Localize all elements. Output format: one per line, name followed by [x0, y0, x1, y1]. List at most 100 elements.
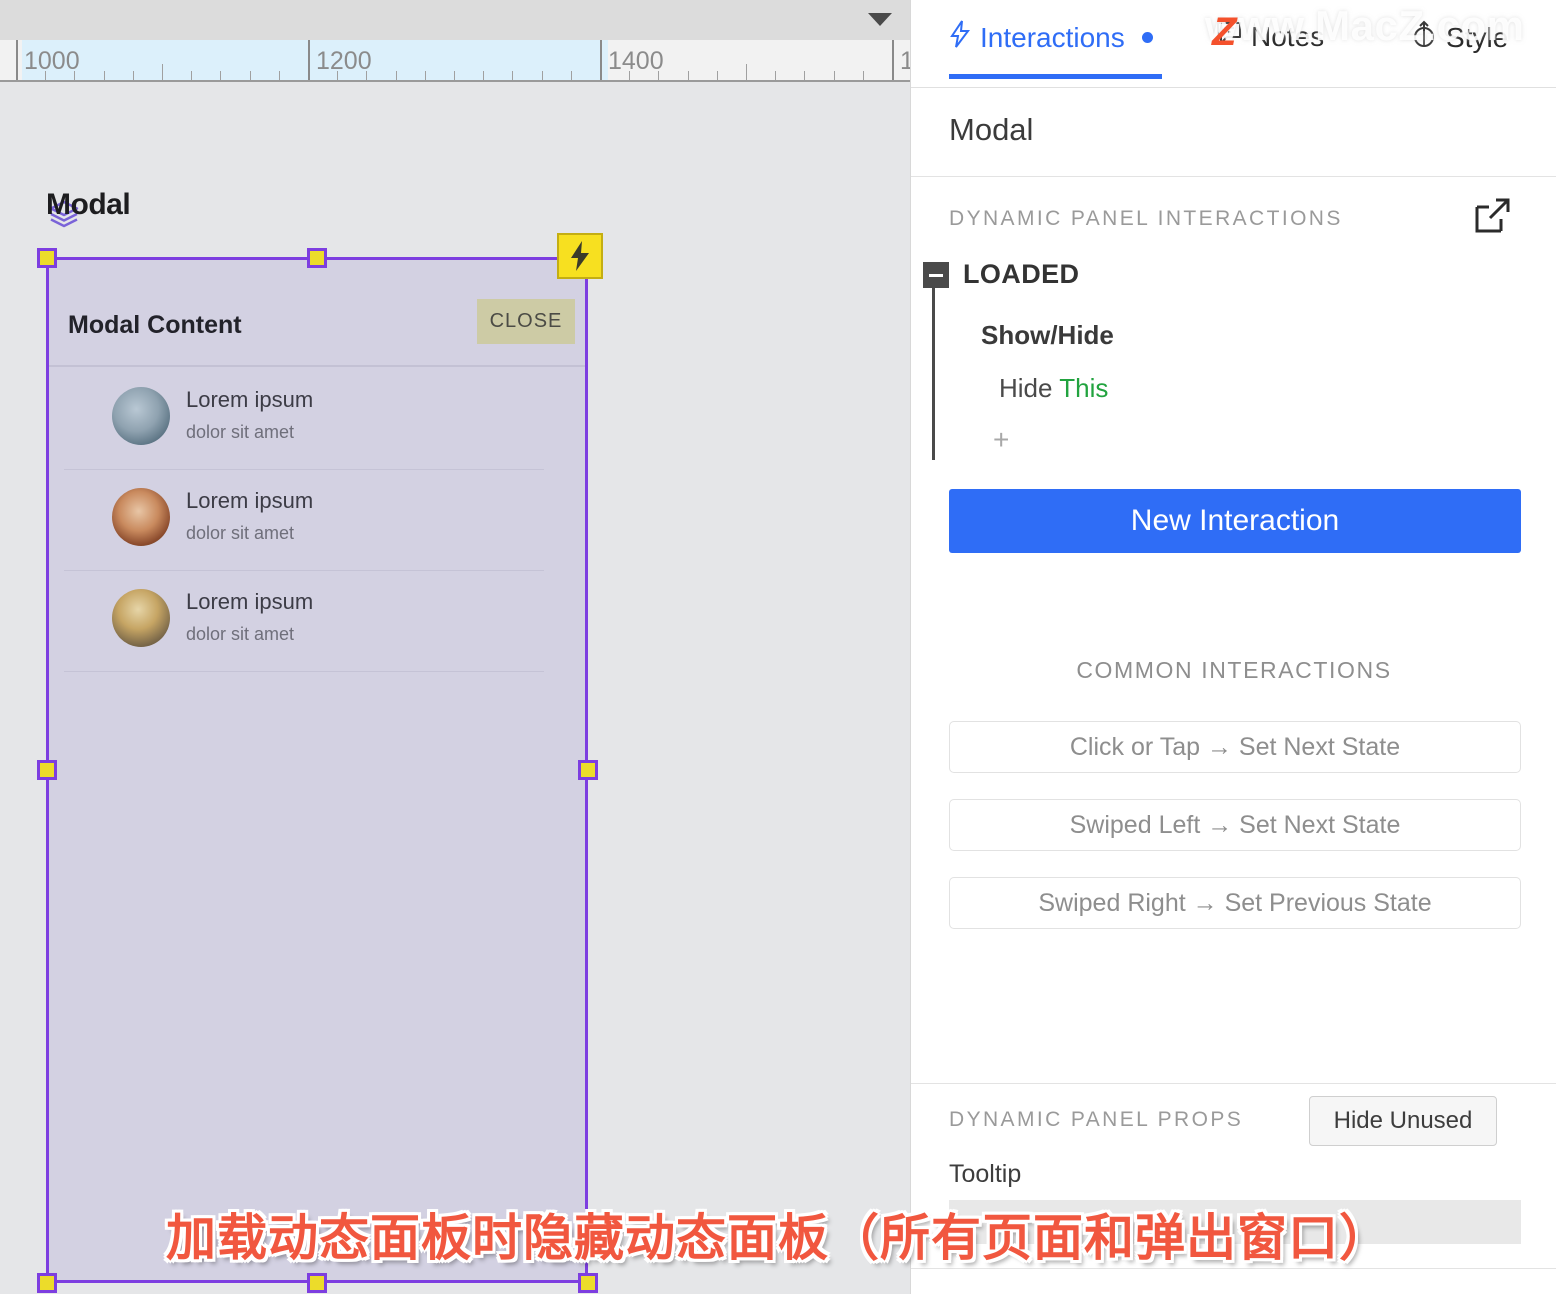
- add-action-button[interactable]: +: [993, 424, 1009, 456]
- modal-list-item[interactable]: Lorem ipsum dolor sit amet: [64, 571, 544, 672]
- paint-style-icon: [1411, 20, 1437, 55]
- tooltip-input[interactable]: [949, 1200, 1521, 1244]
- ruler-minor-tick: [571, 71, 572, 80]
- inspector-tabs: Interactions Notes Style: [911, 0, 1556, 88]
- dynamic-panel-interactions-heading: DYNAMIC PANEL INTERACTIONS: [949, 207, 1343, 230]
- lightning-bolt-icon: [949, 20, 971, 55]
- ruler-major-tick: [600, 40, 602, 80]
- ruler-minor-tick: [104, 71, 105, 80]
- panel-divider-bottom: [911, 1268, 1556, 1269]
- ruler-minor-tick: [133, 71, 134, 80]
- avatar: [112, 387, 170, 445]
- avatar: [112, 488, 170, 546]
- minus-box-icon[interactable]: [923, 262, 949, 288]
- ruler-minor-tick: [746, 64, 747, 80]
- note-comment-icon: [1216, 20, 1242, 53]
- ruler-minor-tick: [220, 71, 221, 80]
- ruler-label: 1000: [24, 47, 80, 75]
- modal-header: Modal Content CLOSE: [46, 257, 588, 367]
- active-tab-underline: [949, 74, 1162, 79]
- external-link-icon[interactable]: [1473, 195, 1513, 240]
- caret-down-icon[interactable]: [868, 13, 892, 26]
- panel-divider-top: [911, 176, 1556, 177]
- close-button[interactable]: CLOSE: [477, 299, 575, 344]
- ruler-minor-tick: [279, 71, 280, 80]
- ruler-selection-highlight: [22, 40, 608, 80]
- action-hide-this[interactable]: Hide This: [999, 373, 1108, 404]
- ruler-minor-tick: [425, 71, 426, 80]
- ruler-minor-tick: [717, 71, 718, 80]
- ruler-minor-tick: [512, 71, 513, 80]
- list-item-title: Lorem ipsum: [186, 488, 314, 513]
- tab-interactions[interactable]: Interactions: [949, 20, 1153, 55]
- list-item-title: Lorem ipsum: [186, 387, 314, 412]
- ruler-major-tick: [16, 40, 18, 80]
- ruler-minor-tick: [483, 71, 484, 80]
- inspector-panel[interactable]: Interactions Notes Style Modal DYNAMIC P…: [910, 0, 1556, 1294]
- ruler-label: 1: [900, 47, 910, 76]
- common-interactions-heading: COMMON INTERACTIONS: [1076, 657, 1392, 683]
- widget-name-label: Modal: [46, 188, 131, 221]
- ruler-major-tick: [308, 40, 310, 80]
- common-interaction-swiped-right[interactable]: Swiped Right → Set Previous State: [949, 877, 1521, 929]
- event-loaded-label: LOADED: [963, 259, 1080, 289]
- hide-unused-button[interactable]: Hide Unused: [1309, 1096, 1497, 1146]
- horizontal-ruler[interactable]: 1000 1200 1400 1: [0, 40, 910, 82]
- ruler-minor-tick: [804, 71, 805, 80]
- modal-content-title: Modal Content: [68, 311, 242, 339]
- dynamic-panel-props-heading: DYNAMIC PANEL PROPS: [949, 1108, 1244, 1131]
- ruler-minor-tick: [74, 71, 75, 80]
- ruler-minor-tick: [863, 71, 864, 80]
- tab-style[interactable]: Style: [1411, 20, 1508, 55]
- app-root: 1000 1200 1400 1 Modal Modal Content CLOSE …: [0, 0, 1556, 1294]
- ruler-minor-tick: [191, 71, 192, 80]
- selection-handle-bottom-center[interactable]: [307, 1273, 327, 1293]
- selection-handle-bottom-left[interactable]: [37, 1273, 57, 1293]
- ruler-minor-tick: [629, 71, 630, 80]
- ruler-minor-tick: [250, 71, 251, 80]
- lightning-bolt-icon[interactable]: [557, 233, 603, 279]
- ruler-minor-tick: [396, 71, 397, 80]
- tooltip-label: Tooltip: [949, 1160, 1022, 1188]
- common-interaction-swiped-left[interactable]: Swiped Left → Set Next State: [949, 799, 1521, 851]
- avatar: [112, 589, 170, 647]
- ruler-minor-tick: [366, 71, 367, 80]
- tab-notes[interactable]: Notes: [1216, 20, 1324, 53]
- design-canvas[interactable]: 1000 1200 1400 1 Modal Modal Content CLOSE …: [0, 0, 910, 1294]
- selection-handle-middle-right[interactable]: [578, 760, 598, 780]
- modal-list: Lorem ipsum dolor sit amet Lorem ipsum dolo…: [46, 369, 588, 672]
- list-item-subtitle: dolor sit amet: [186, 624, 295, 644]
- ruler-minor-tick: [834, 71, 835, 80]
- selection-handle-bottom-right[interactable]: [578, 1273, 598, 1293]
- ruler-minor-tick: [454, 71, 455, 80]
- ruler-minor-tick: [45, 71, 46, 80]
- action-verb: Hide: [999, 373, 1053, 403]
- ruler-minor-tick: [688, 71, 689, 80]
- ruler-minor-tick: [775, 71, 776, 80]
- modal-dynamic-panel[interactable]: Modal Content CLOSE Lorem ipsum dolor sit…: [46, 257, 588, 1283]
- action-target: This: [1059, 373, 1109, 403]
- selection-handle-middle-left[interactable]: [37, 760, 57, 780]
- panel-title: Modal: [949, 112, 1034, 147]
- common-interaction-click-or-tap[interactable]: Click or Tap → Set Next State: [949, 721, 1521, 773]
- list-item-subtitle: dolor sit amet: [186, 523, 295, 543]
- modal-list-item[interactable]: Lorem ipsum dolor sit amet: [64, 470, 544, 571]
- panel-divider-props: [911, 1083, 1556, 1084]
- list-item-subtitle: dolor sit amet: [186, 422, 295, 442]
- action-group-show-hide[interactable]: Show/Hide: [981, 320, 1114, 351]
- list-item-title: Lorem ipsum: [186, 589, 314, 614]
- event-tree-line: [932, 288, 935, 460]
- tab-interactions-indicator-dot: [1141, 32, 1153, 43]
- tab-interactions-label: Interactions: [980, 21, 1125, 53]
- tab-style-label: Style: [1446, 21, 1509, 53]
- selection-handle-top-left[interactable]: [37, 248, 57, 268]
- canvas-topbar: [0, 0, 910, 40]
- new-interaction-button[interactable]: New Interaction: [949, 489, 1521, 553]
- modal-list-item[interactable]: Lorem ipsum dolor sit amet: [64, 369, 544, 470]
- ruler-label: 1400: [608, 47, 664, 75]
- ruler-label: 1200: [316, 47, 372, 75]
- ruler-minor-tick: [337, 71, 338, 80]
- ruler-minor-tick: [658, 71, 659, 80]
- selection-handle-top-center[interactable]: [307, 248, 327, 268]
- ruler-minor-tick: [542, 71, 543, 80]
